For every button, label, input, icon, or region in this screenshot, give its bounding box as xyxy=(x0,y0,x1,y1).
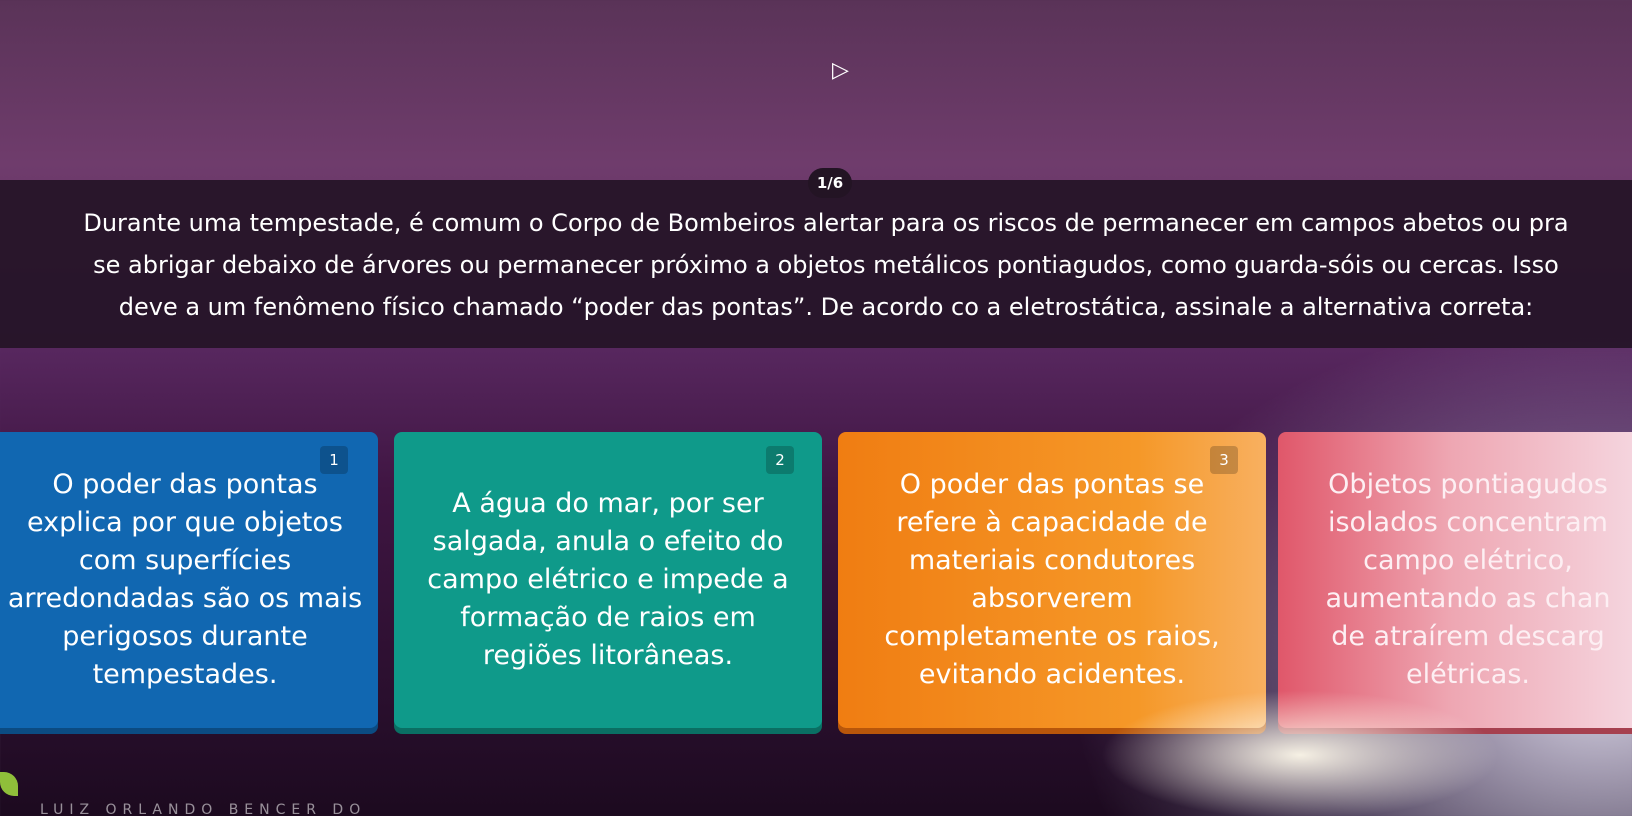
question-panel: Durante uma tempestade, é comum o Corpo … xyxy=(0,180,1632,348)
answer-text: O poder das pontas explica por que objet… xyxy=(7,469,363,690)
answer-options: 1 O poder das pontas explica por que obj… xyxy=(0,432,1632,732)
answer-text: A água do mar, por ser salgada, anula o … xyxy=(427,488,789,671)
leaf-icon xyxy=(0,772,18,796)
question-counter-badge: 1/6 xyxy=(808,168,852,198)
player-name: LUIZ ORLANDO BENCER DO xyxy=(40,802,367,816)
answer-option-4[interactable]: Objetos pontiagudos isolados concentram … xyxy=(1278,432,1632,728)
answer-text: O poder das pontas se refere à capacidad… xyxy=(884,469,1220,690)
answer-text: Objetos pontiagudos isolados concentram … xyxy=(1325,469,1611,690)
answer-option-3[interactable]: 3 O poder das pontas se refere à capacid… xyxy=(838,432,1266,728)
answer-option-2[interactable]: 2 A água do mar, por ser salgada, anula … xyxy=(394,432,822,728)
question-text: Durante uma tempestade, é comum o Corpo … xyxy=(83,209,1569,321)
answer-option-1[interactable]: 1 O poder das pontas explica por que obj… xyxy=(0,432,378,728)
cursor-icon: ▷ xyxy=(832,58,849,83)
